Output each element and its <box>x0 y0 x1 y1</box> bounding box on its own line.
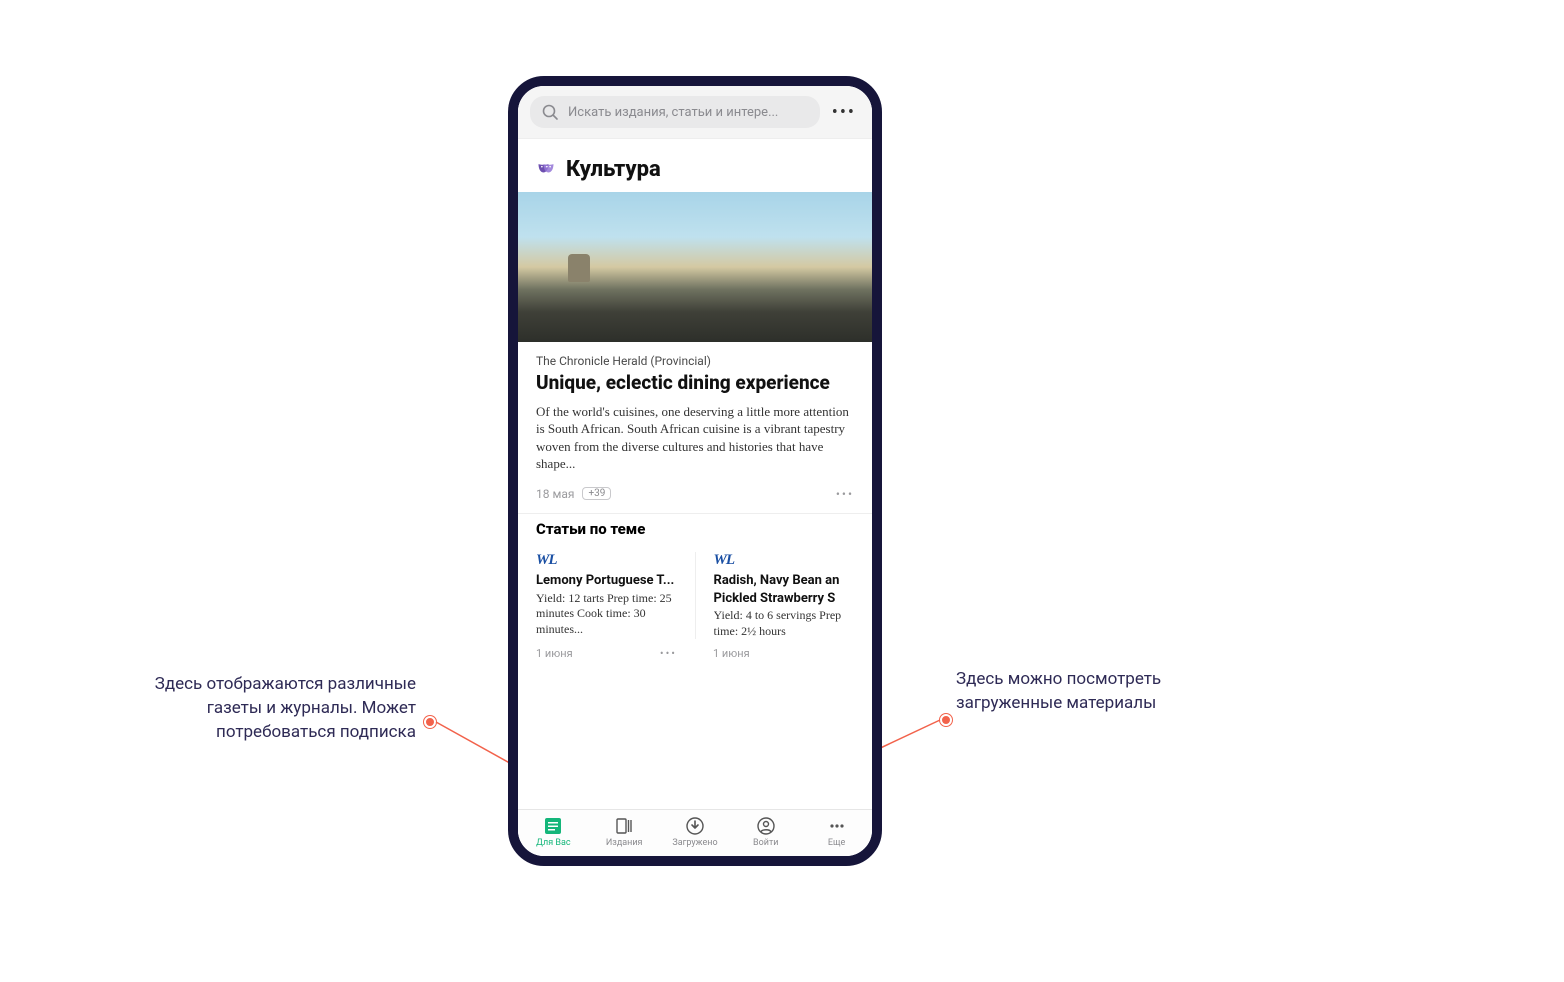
article-count-badge[interactable]: +39 <box>582 487 611 500</box>
search-placeholder: Искать издания, статьи и интере... <box>568 105 778 120</box>
section-header: Культура <box>518 139 872 192</box>
annotation-dot-right <box>940 714 952 726</box>
nav-more[interactable]: Еще <box>801 816 872 848</box>
nav-label: Загружено <box>672 838 717 848</box>
nav-downloaded[interactable]: Загружено <box>660 816 731 848</box>
related-card-title: Radish, Navy Bean an <box>714 573 855 589</box>
article-more-button[interactable]: ••• <box>836 487 854 501</box>
nav-publications[interactable]: Издания <box>589 816 660 848</box>
publications-icon <box>614 816 634 836</box>
related-card-body: Yield: 4 to 6 servings Prep time: 2½ hou… <box>714 608 855 639</box>
related-card[interactable]: WL Lemony Portuguese T... Yield: 12 tart… <box>518 552 695 639</box>
screen: Искать издания, статьи и интере... ••• К… <box>518 86 872 856</box>
profile-icon <box>756 816 776 836</box>
download-icon <box>685 816 705 836</box>
related-card-meta: 1 июня <box>695 639 872 666</box>
publisher-logo: WL <box>536 552 677 569</box>
for-you-icon <box>543 816 563 836</box>
related-heading: Статьи по теме <box>518 513 872 544</box>
nav-for-you[interactable]: Для Вас <box>518 816 589 848</box>
nav-label: Издания <box>606 838 643 848</box>
annotation-left: Здесь отображаются различные газеты и жу… <box>96 673 416 744</box>
publisher-logo: WL <box>714 552 855 569</box>
article-hero-image[interactable] <box>518 192 872 342</box>
related-card-body: Yield: 12 tarts Prep time: 25 minutes Co… <box>536 591 677 638</box>
nav-label: Войти <box>753 838 778 848</box>
related-card-meta: 1 июня ••• <box>518 639 695 666</box>
nav-label: Еще <box>828 838 845 848</box>
article-date: 18 мая <box>536 487 574 501</box>
article-source: The Chronicle Herald (Provincial) <box>536 354 854 368</box>
lead-article[interactable]: The Chronicle Herald (Provincial) Unique… <box>518 342 872 479</box>
phone-frame: Искать издания, статьи и интере... ••• К… <box>508 76 882 866</box>
top-bar: Искать издания, статьи и интере... ••• <box>518 86 872 139</box>
related-card-date: 1 июня <box>713 647 750 660</box>
annotation-right: Здесь можно посмотреть загруженные матер… <box>956 668 1236 716</box>
related-card-title-2: Pickled Strawberry S <box>714 591 855 607</box>
related-card[interactable]: WL Radish, Navy Bean an Pickled Strawber… <box>695 552 873 639</box>
related-card-title: Lemony Portuguese T... <box>536 573 677 589</box>
more-menu-button[interactable]: ••• <box>828 102 860 123</box>
annotation-dot-left <box>424 716 436 728</box>
related-card-date: 1 июня <box>536 647 573 660</box>
nav-label: Для Вас <box>536 838 570 848</box>
article-meta: 18 мая +39 ••• <box>518 479 872 513</box>
theater-mask-icon <box>536 160 556 180</box>
related-card-more[interactable]: ••• <box>660 647 677 660</box>
search-icon <box>540 102 560 122</box>
bottom-nav: Для Вас Издания Загружено Войти <box>518 809 872 856</box>
search-input[interactable]: Искать издания, статьи и интере... <box>530 96 820 128</box>
related-list: WL Lemony Portuguese T... Yield: 12 tart… <box>518 544 872 639</box>
article-headline: Unique, eclectic dining experience <box>536 372 854 395</box>
nav-login[interactable]: Войти <box>730 816 801 848</box>
article-body: Of the world's cuisines, one deserving a… <box>536 403 854 473</box>
more-icon <box>827 816 847 836</box>
section-title: Культура <box>566 157 661 182</box>
